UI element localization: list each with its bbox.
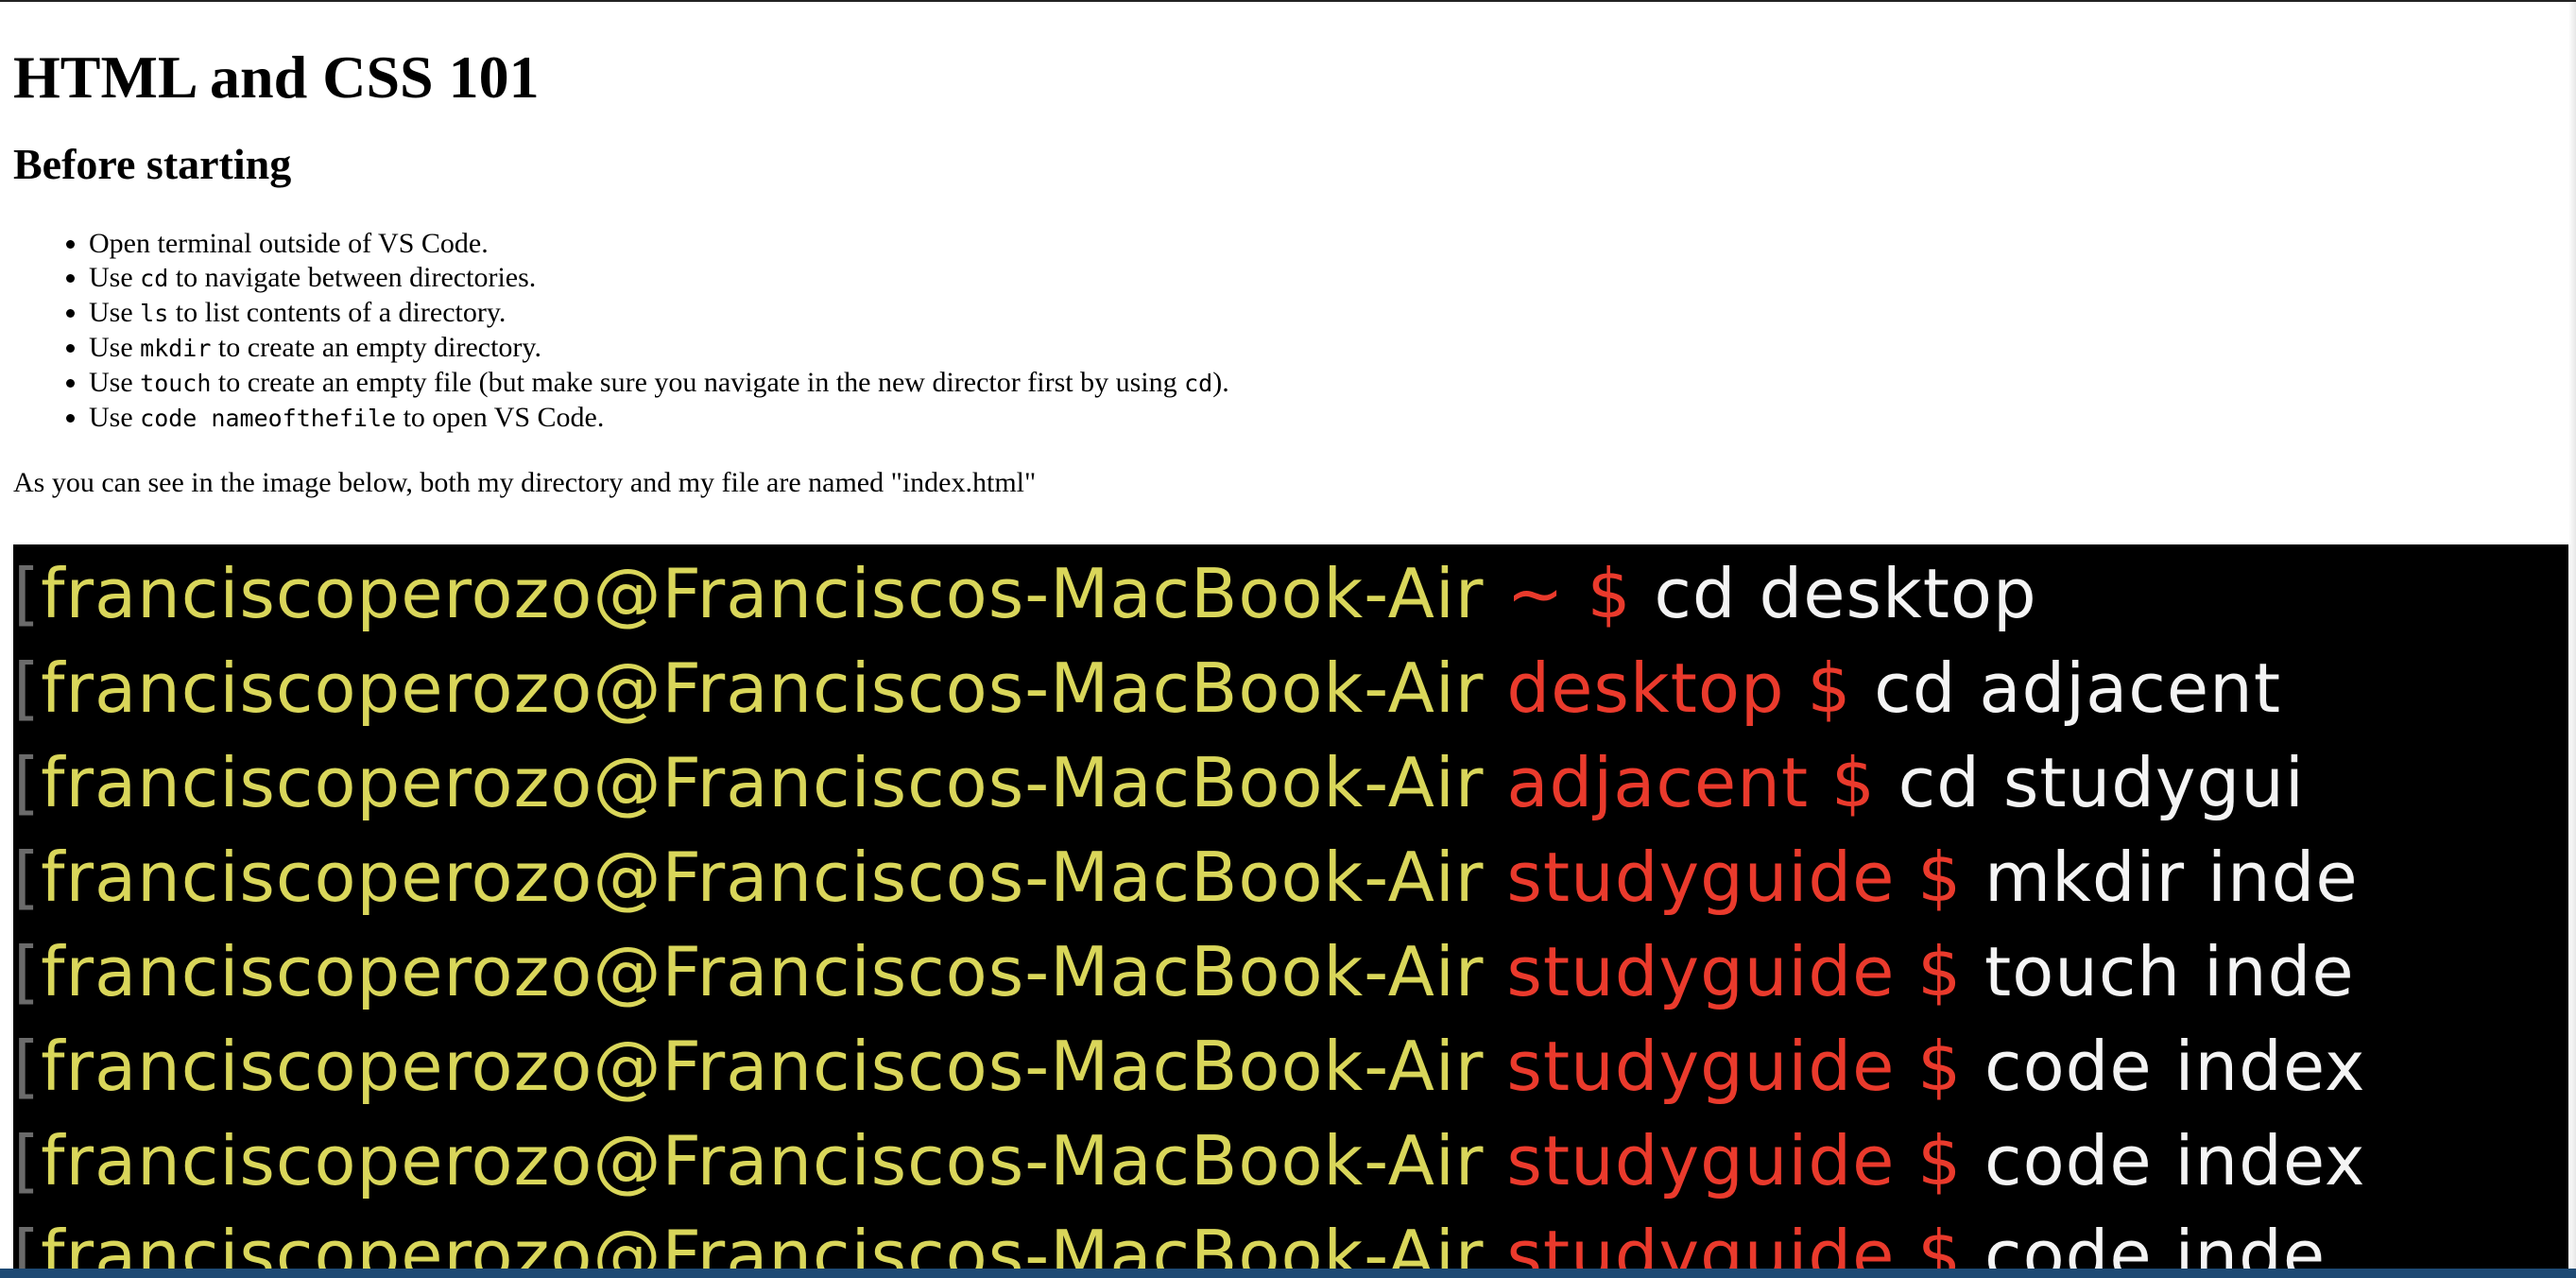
inline-code: code nameofthefile <box>140 405 397 432</box>
steps-list: Open terminal outside of VS Code. Use cd… <box>13 227 2565 436</box>
page-content: HTML and CSS 101 Before starting Open te… <box>13 2 2565 500</box>
list-item: Use ls to list contents of a directory. <box>89 296 2565 331</box>
terminal-line: [franciscoperozo@Franciscos-MacBook-Air … <box>13 1216 2327 1278</box>
list-item: Use mkdir to create an empty directory. <box>89 331 2565 366</box>
terminal-line: [franciscoperozo@Franciscos-MacBook-Air … <box>13 743 2305 822</box>
terminal-line: [franciscoperozo@Franciscos-MacBook-Air … <box>13 554 2037 633</box>
inline-code: mkdir <box>140 335 212 362</box>
page-title: HTML and CSS 101 <box>13 43 540 111</box>
list-item: Use cd to navigate between directories. <box>89 261 2565 296</box>
inline-code: cd <box>1184 370 1213 397</box>
window-edge <box>2568 2 2576 1278</box>
bottom-strip <box>0 1269 2576 1278</box>
image-caption: As you can see in the image below, both … <box>13 467 1037 498</box>
terminal-line: [franciscoperozo@Franciscos-MacBook-Air … <box>13 648 2282 728</box>
section-title: Before starting <box>13 140 292 188</box>
terminal-line: [franciscoperozo@Franciscos-MacBook-Air … <box>13 1121 2366 1200</box>
terminal-line: [franciscoperozo@Franciscos-MacBook-Air … <box>13 1027 2366 1106</box>
list-item: Use code nameofthefile to open VS Code. <box>89 401 2565 436</box>
inline-code: ls <box>140 300 169 327</box>
terminal-screenshot: [franciscoperozo@Franciscos-MacBook-Air … <box>13 544 2576 1278</box>
inline-code: cd <box>140 265 169 292</box>
list-item: Use touch to create an empty file (but m… <box>89 366 2565 401</box>
terminal-line: [franciscoperozo@Franciscos-MacBook-Air … <box>13 838 2359 917</box>
page-frame: HTML and CSS 101 Before starting Open te… <box>0 0 2576 1278</box>
list-item: Open terminal outside of VS Code. <box>89 227 2565 261</box>
terminal-line: [franciscoperozo@Franciscos-MacBook-Air … <box>13 932 2355 1011</box>
inline-code: touch <box>140 370 212 397</box>
